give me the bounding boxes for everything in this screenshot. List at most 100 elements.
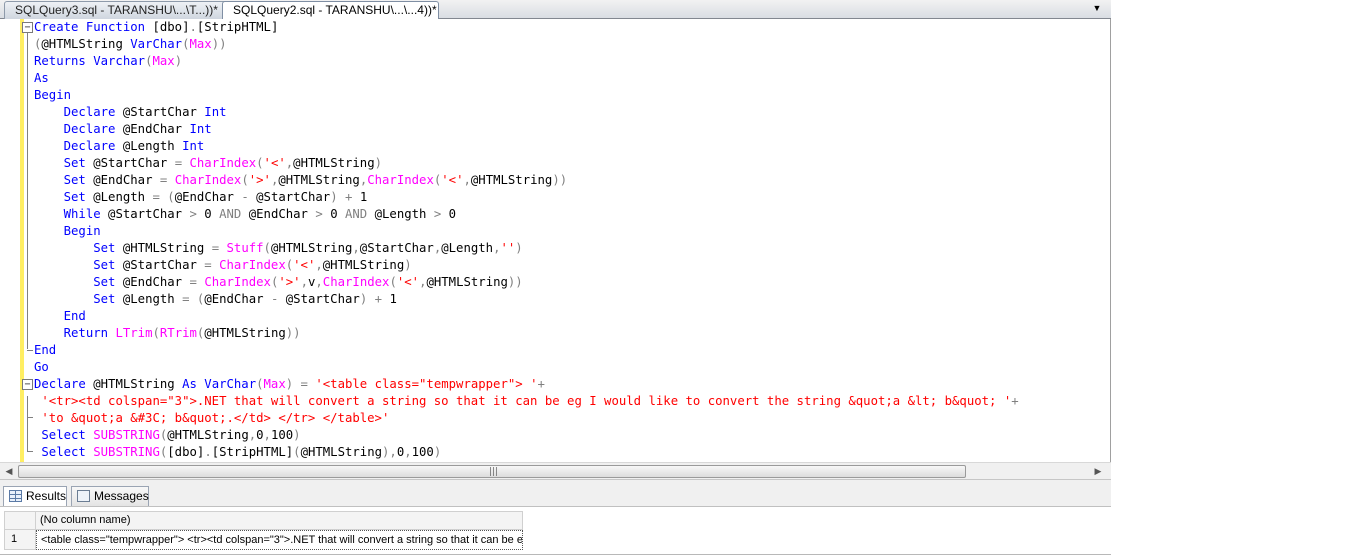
code-line[interactable]: As — [34, 70, 1110, 87]
code-line[interactable]: While @StartChar > 0 AND @EndChar > 0 AN… — [34, 206, 1110, 223]
grid-corner[interactable] — [4, 511, 36, 530]
code-token: End — [34, 343, 57, 357]
code-token: , — [463, 173, 471, 187]
messages-icon — [77, 490, 90, 502]
code-token: > — [433, 207, 449, 221]
code-line[interactable]: Set @Length = (@EndChar - @StartChar) + … — [34, 189, 1110, 206]
code-line[interactable]: Declare @EndChar Int — [34, 121, 1110, 138]
code-line[interactable]: Set @EndChar = CharIndex('>',@HTMLString… — [34, 172, 1110, 189]
code-token: CharIndex — [189, 156, 257, 170]
code-token: ) — [515, 241, 523, 255]
code-line[interactable]: Begin — [34, 87, 1110, 104]
code-line[interactable]: Select SUBSTRING(@HTMLString,0,100) — [34, 427, 1110, 444]
code-line[interactable]: Create Function [dbo].[StripHTML] — [34, 19, 1110, 36]
code-line[interactable]: Returns Varchar(Max) — [34, 53, 1110, 70]
code-token: '<' — [263, 156, 286, 170]
code-token: SUBSTRING — [93, 428, 160, 442]
code-line[interactable]: Return LTrim(RTrim(@HTMLString)) — [34, 325, 1110, 342]
query-editor[interactable]: − − Create Function [dbo].[StripHTML] (@H… — [0, 19, 1111, 462]
code-token: @HTMLString — [426, 275, 508, 289]
code-line[interactable]: Declare @Length Int — [34, 138, 1110, 155]
code-token: Returns Varchar — [34, 54, 146, 68]
code-token: = — [189, 275, 205, 289]
code-line[interactable]: (@HTMLString VarChar(Max)) — [34, 36, 1110, 53]
column-header[interactable]: (No column name) — [36, 511, 523, 530]
code-line[interactable]: Set @EndChar = CharIndex('>',v,CharIndex… — [34, 274, 1110, 291]
code-token: '<tr><td colspan="3">.NET that will conv… — [41, 394, 1012, 408]
collapse-icon[interactable]: − — [22, 22, 33, 33]
changed-lines-marker — [20, 19, 24, 462]
code-token: @EndChar — [248, 207, 316, 221]
code-token: ) + — [359, 292, 390, 306]
sql-code[interactable]: Create Function [dbo].[StripHTML] (@HTMLS… — [34, 19, 1110, 461]
code-token: = — [174, 156, 190, 170]
code-line[interactable]: End — [34, 342, 1110, 359]
code-token: Select — [41, 445, 94, 459]
row-number[interactable]: 1 — [4, 530, 36, 550]
code-line[interactable]: Select SUBSTRING([dbo].[StripHTML](@HTML… — [34, 444, 1110, 461]
code-token: @StartChar — [93, 156, 175, 170]
fold-end-tick — [27, 417, 33, 418]
code-token: = ( — [152, 190, 175, 204]
code-line[interactable]: Set @StartChar = CharIndex('<',@HTMLStri… — [34, 257, 1110, 274]
code-token: )) — [552, 173, 568, 187]
code-token: + — [1011, 394, 1019, 408]
collapse-icon[interactable]: − — [22, 379, 33, 390]
fold-guide-declare — [27, 396, 28, 452]
code-token: Max — [263, 377, 286, 391]
code-token: @StartChar — [122, 258, 205, 272]
code-token: [StripHTML] — [211, 445, 294, 459]
code-token: [StripHTML] — [196, 20, 279, 34]
code-token: @HTMLString — [122, 241, 212, 255]
tab-sqlquery2[interactable]: SQLQuery2.sql - TARANSHU\...\...4))* — [222, 1, 439, 19]
scroll-right-icon[interactable]: ▶ — [1090, 464, 1106, 479]
code-token: @StartChar — [359, 241, 434, 255]
code-token: @EndChar — [122, 122, 190, 136]
tab-results[interactable]: Results — [3, 486, 67, 506]
code-token: )) — [507, 275, 523, 289]
tab-messages[interactable]: Messages — [71, 486, 149, 506]
code-token: ( — [256, 377, 264, 391]
code-token: = ( — [182, 292, 205, 306]
code-token: CharIndex — [219, 258, 286, 272]
code-token: As VarChar — [182, 377, 257, 391]
code-token: @Length — [122, 292, 183, 306]
code-line[interactable]: Set @Length = (@EndChar - @StartChar) + … — [34, 291, 1110, 308]
code-token: 100 — [270, 428, 294, 442]
fold-end-tick — [27, 451, 33, 452]
code-line[interactable]: Begin — [34, 223, 1110, 240]
code-token: 1 — [389, 292, 397, 306]
code-token: Stuff — [226, 241, 264, 255]
code-line[interactable]: End — [34, 308, 1110, 325]
horizontal-scrollbar[interactable]: ◀ ||| ▶ — [0, 462, 1111, 479]
code-token: [dbo] — [167, 445, 205, 459]
tab-sqlquery3[interactable]: SQLQuery3.sql - TARANSHU\...\T...))* — [4, 1, 230, 19]
code-line[interactable]: Set @StartChar = CharIndex('<',@HTMLStri… — [34, 155, 1110, 172]
code-token: Set — [63, 173, 94, 187]
code-line[interactable]: Declare @HTMLString As VarChar(Max) = '<… — [34, 376, 1110, 393]
scrollbar-thumb[interactable]: ||| — [18, 465, 966, 478]
code-token: Declare — [63, 139, 123, 153]
tab-list-dropdown-icon[interactable]: ▼ — [1091, 3, 1103, 13]
code-line[interactable]: Declare @StartChar Int — [34, 104, 1110, 121]
code-line[interactable]: Set @HTMLString = Stuff(@HTMLString,@Sta… — [34, 240, 1110, 257]
grip-icon: ||| — [489, 467, 499, 477]
code-token: @EndChar — [174, 190, 242, 204]
code-token: ( — [389, 275, 397, 289]
result-cell[interactable]: <table class="tempwrapper"> <tr><td cols… — [36, 530, 523, 550]
code-token: 100 — [411, 445, 434, 459]
results-grid[interactable]: (No column name) 1 <table class="tempwra… — [0, 506, 1111, 560]
code-token: Declare — [63, 122, 123, 136]
code-token: ( — [241, 173, 249, 187]
code-line[interactable]: 'to &quot;a &#3C; b&quot;.</td> </tr> </… — [34, 410, 1110, 427]
code-line[interactable]: '<tr><td colspan="3">.NET that will conv… — [34, 393, 1110, 410]
code-token: '<' — [293, 258, 316, 272]
code-token: )) — [285, 326, 301, 340]
scroll-left-icon[interactable]: ◀ — [1, 464, 17, 479]
code-line[interactable]: Go — [34, 359, 1110, 376]
